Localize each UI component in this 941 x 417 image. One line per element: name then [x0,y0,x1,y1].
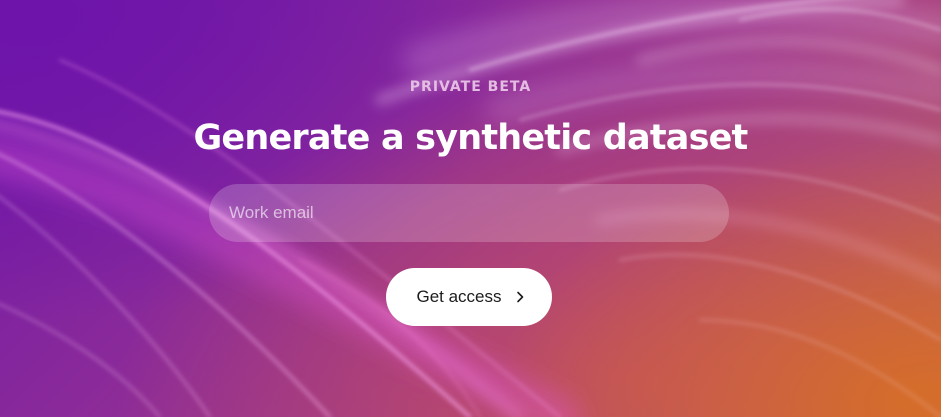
get-access-button[interactable]: Get access [386,268,552,326]
chevron-right-icon [516,291,523,303]
hero-section: PRIVATE BETA Generate a synthetic datase… [0,0,941,417]
work-email-input[interactable] [209,184,729,242]
signup-panel: PRIVATE BETA Generate a synthetic datase… [0,0,941,417]
private-beta-label: PRIVATE BETA [409,79,532,95]
get-access-label: Get access [416,287,502,306]
page-title: Generate a synthetic dataset [193,118,749,158]
